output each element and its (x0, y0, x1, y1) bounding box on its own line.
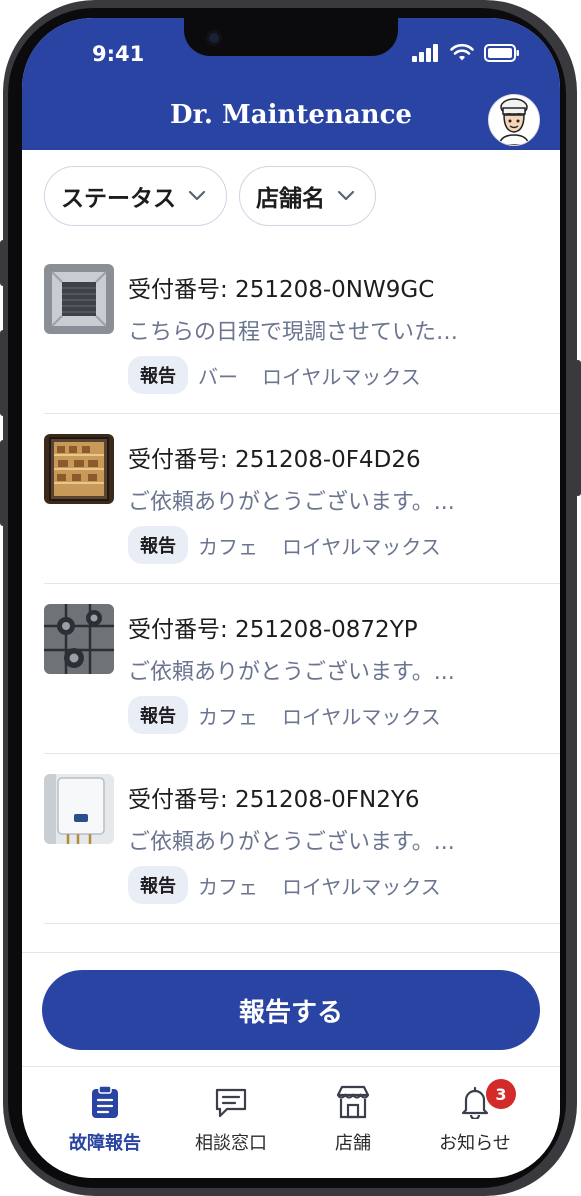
tab-label: 故障報告 (69, 1133, 141, 1154)
ticket-number: 受付番号: 251208-0F4D26 (128, 447, 421, 473)
display-fridge-thumbnail (44, 434, 114, 504)
report-message: こちらの日程で現調させていた… (128, 320, 459, 345)
app-title: Dr. Maintenance (170, 100, 412, 130)
report-meta: 報告 カフェ ロイヤルマックス (128, 866, 441, 904)
report-meta: 報告 カフェ ロイヤルマックス (128, 526, 441, 564)
report-list-item[interactable]: 受付番号: 251208-0FN2Y6 ご依頼ありがとうございます。... 報告… (44, 754, 560, 924)
report-category: カフェ (198, 874, 258, 899)
report-tag: 報告 (128, 696, 188, 734)
report-list-item[interactable]: 受付番号: 251208-0872YP ご依頼ありがとうございます。... 報告… (44, 584, 560, 754)
report-button[interactable]: 報告する (42, 970, 540, 1050)
report-category: バー (198, 364, 238, 389)
report-store: ロイヤルマックス (282, 874, 441, 899)
filter-bar: ステータス 店舗名 (44, 166, 376, 226)
report-message: ご依頼ありがとうございます。... (128, 660, 455, 685)
tab-notifications[interactable]: 3 お知らせ (408, 1079, 542, 1155)
ticket-number: 受付番号: 251208-0NW9GC (128, 277, 435, 303)
app-screen: 9:41 Dr. Maintenance ステータス 店舗名 受付番号: 251… (22, 18, 560, 1178)
tab-label: 店舗 (335, 1133, 371, 1154)
volume-up-button (0, 330, 6, 416)
chevron-down-icon (337, 190, 355, 201)
wifi-icon (450, 44, 474, 61)
tab-store[interactable]: 店舗 (286, 1085, 420, 1155)
tab-consultation[interactable]: 相談窓口 (164, 1085, 298, 1155)
bottom-tab-bar: 故障報告 相談窓口 店舗 3 お知らせ (22, 1066, 560, 1178)
ceiling-ac-thumbnail (44, 264, 114, 334)
chat-icon (215, 1088, 247, 1118)
report-category: カフェ (198, 534, 258, 559)
tab-failure-report[interactable]: 故障報告 (38, 1085, 172, 1155)
water-heater-thumbnail (44, 774, 114, 844)
report-message: ご依頼ありがとうございます。... (128, 830, 455, 855)
report-list-item[interactable]: 受付番号: 251208-0F4D26 ご依頼ありがとうございます。... 報告… (44, 414, 560, 584)
status-icons (412, 44, 520, 62)
tab-label: 相談窓口 (195, 1133, 267, 1154)
chevron-down-icon (188, 190, 206, 201)
chef-avatar-icon (489, 95, 539, 145)
gas-stove-thumbnail (44, 604, 114, 674)
report-meta: 報告 カフェ ロイヤルマックス (128, 696, 441, 734)
store-filter-label: 店舗名 (256, 186, 325, 212)
notification-badge: 3 (486, 1079, 516, 1109)
status-filter-dropdown[interactable]: ステータス (44, 166, 227, 226)
report-tag: 報告 (128, 526, 188, 564)
front-camera (206, 30, 222, 46)
volume-down-button (0, 440, 6, 526)
power-button (575, 360, 581, 496)
silent-switch (0, 240, 6, 286)
ticket-number: 受付番号: 251208-0872YP (128, 617, 418, 643)
report-store: ロイヤルマックス (282, 704, 441, 729)
battery-icon (484, 44, 519, 62)
report-message: ご依頼ありがとうございます。... (128, 490, 455, 515)
report-meta: 報告 バー ロイヤルマックス (128, 356, 421, 394)
tab-label: お知らせ (439, 1133, 511, 1154)
status-filter-label: ステータス (61, 186, 176, 212)
store-icon (336, 1085, 370, 1119)
report-store: ロイヤルマックス (262, 364, 421, 389)
report-store: ロイヤルマックス (282, 534, 441, 559)
signal-icon (412, 44, 438, 62)
report-list: 受付番号: 251208-0NW9GC こちらの日程で現調させていた… 報告 バ… (44, 244, 560, 924)
report-tag: 報告 (128, 866, 188, 904)
ticket-number: 受付番号: 251208-0FN2Y6 (128, 787, 420, 813)
report-tag: 報告 (128, 356, 188, 394)
report-category: カフェ (198, 704, 258, 729)
footer-divider (22, 952, 560, 953)
user-avatar[interactable] (488, 94, 540, 146)
store-filter-dropdown[interactable]: 店舗名 (239, 166, 376, 226)
camera-notch (184, 18, 398, 56)
report-list-item[interactable]: 受付番号: 251208-0NW9GC こちらの日程で現調させていた… 報告 バ… (44, 244, 560, 414)
clipboard-icon (92, 1085, 118, 1118)
status-time: 9:41 (92, 42, 145, 66)
